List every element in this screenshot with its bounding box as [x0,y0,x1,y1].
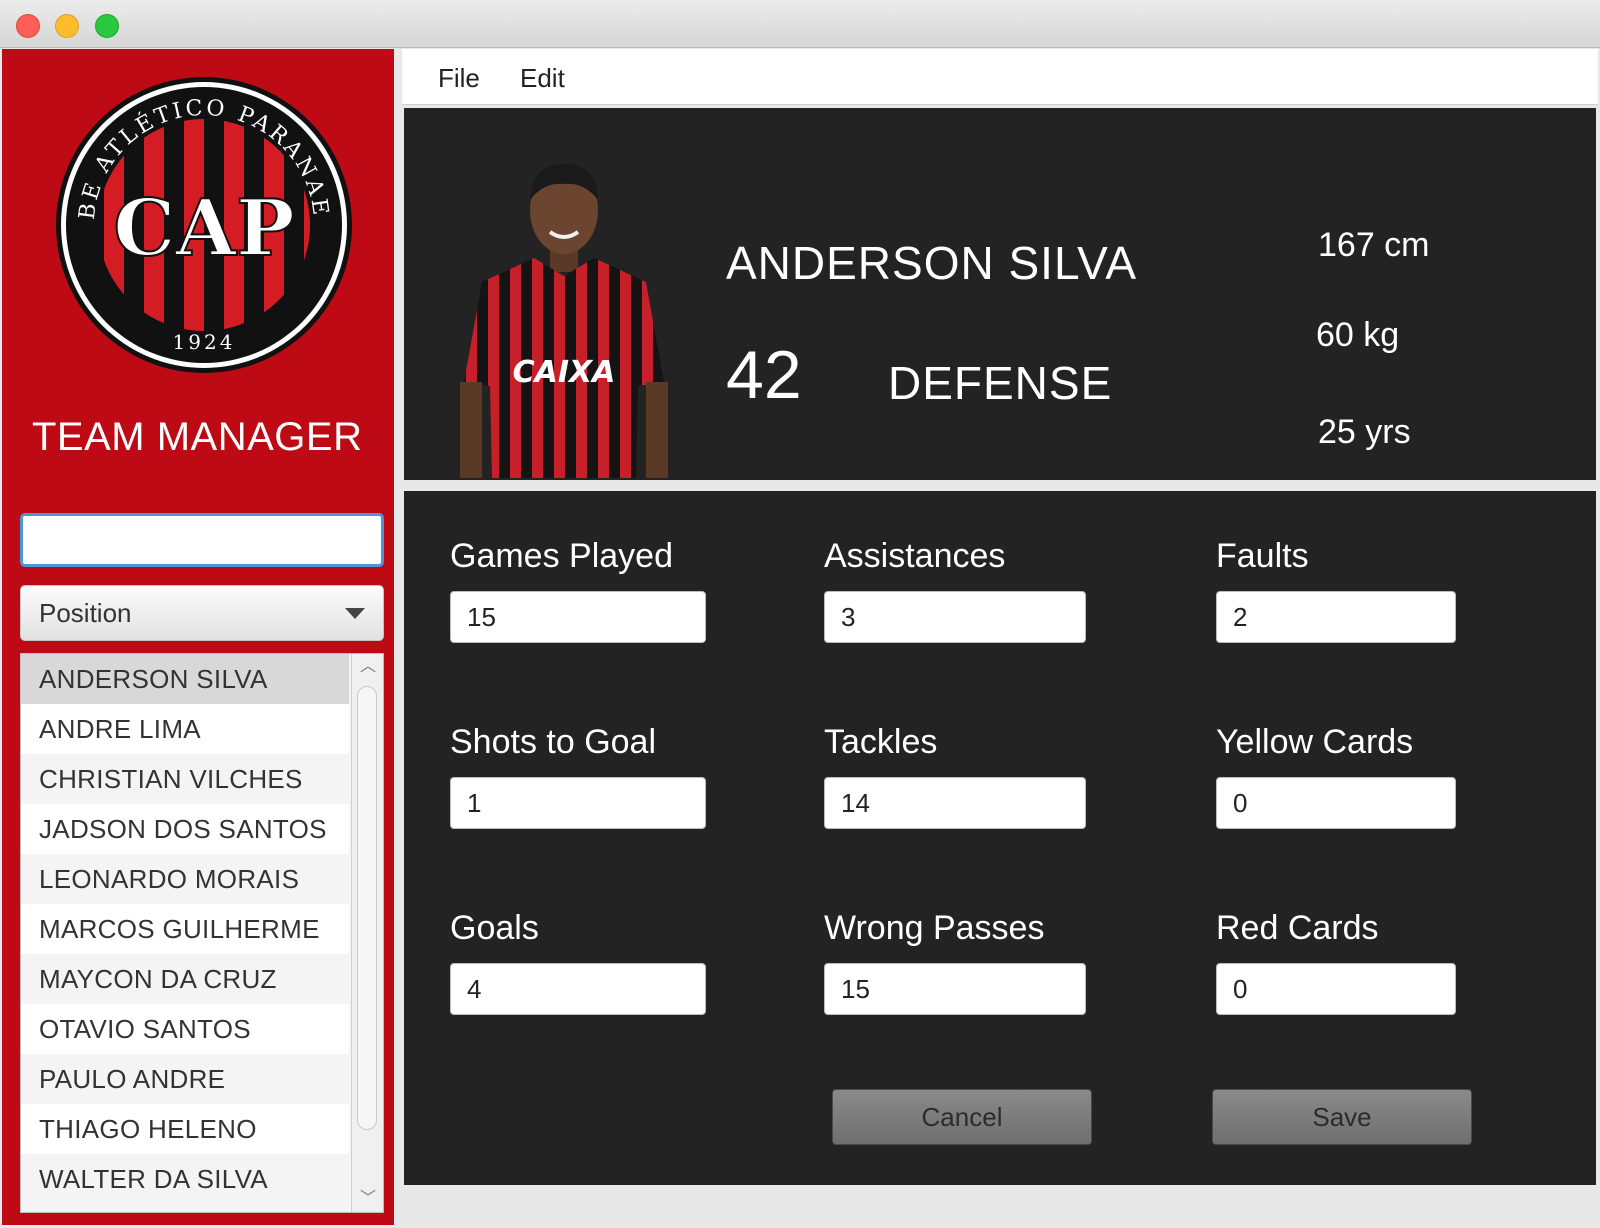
player-age: 25 yrs [1318,413,1411,451]
menu-file[interactable]: File [438,63,480,94]
goals-field[interactable] [450,963,706,1015]
yellow-cards-field[interactable] [1216,777,1456,829]
player-list-item[interactable]: CHRISTIAN VILCHES [21,754,349,804]
assistances-label: Assistances [824,537,1006,575]
player-list-item[interactable]: MARCOS GUILHERME [21,904,349,954]
player-list-item[interactable]: ANDRE LIMA [21,704,349,754]
cancel-button[interactable]: Cancel [832,1089,1092,1145]
player-list-item[interactable]: ANDERSON SILVA [21,654,349,704]
player-number: 42 [726,337,802,413]
chevron-down-icon [345,608,365,619]
wrong-passes-field[interactable] [824,963,1086,1015]
jersey-sponsor: CAIXA [513,355,616,390]
player-weight: 60 kg [1316,316,1400,354]
player-list-item[interactable]: MAYCON DA CRUZ [21,954,349,1004]
sidebar: CLUBE ATLÉTICO PARANAENSE CAP 1924 TEAM … [2,49,394,1225]
player-height: 167 cm [1318,226,1430,264]
player-list-item[interactable]: JADSON DOS SANTOS [21,804,349,854]
main-panel: File Edit CAIXA ANDERSON SILVA 42 DEFENS… [402,49,1598,1225]
close-window-button[interactable] [16,14,40,38]
player-list-item[interactable]: WALTER DA SILVA [21,1154,349,1204]
club-logo: CLUBE ATLÉTICO PARANAENSE CAP 1924 [54,75,352,373]
yellow-cards-label: Yellow Cards [1216,723,1414,761]
scrollbar-thumb[interactable] [357,686,377,1130]
faults-label: Faults [1216,537,1309,575]
player-list-item[interactable]: THIAGO HELENO [21,1104,349,1154]
wrong-passes-label: Wrong Passes [824,909,1045,947]
position-filter-label: Position [39,598,132,628]
window-titlebar [0,0,1600,48]
player-header: CAIXA ANDERSON SILVA 42 DEFENSE 167 cm 6… [404,108,1596,480]
minimize-window-button[interactable] [55,14,79,38]
tackles-label: Tackles [824,723,938,761]
position-filter-select[interactable]: Position [20,585,384,641]
save-button[interactable]: Save [1212,1089,1472,1145]
faults-field[interactable] [1216,591,1456,643]
stats-panel: Games Played Assistances Faults Shots to… [404,491,1596,1185]
maximize-window-button[interactable] [95,14,119,38]
player-list-item[interactable]: LEONARDO MORAIS [21,854,349,904]
player-list-item[interactable]: OTAVIO SANTOS [21,1004,349,1054]
player-list: ANDERSON SILVA ANDRE LIMA CHRISTIAN VILC… [20,653,384,1213]
logo-monogram: CAP [113,183,294,274]
app-title: TEAM MANAGER [32,415,363,459]
red-cards-field[interactable] [1216,963,1456,1015]
shots-to-goal-field[interactable] [450,777,706,829]
games-played-field[interactable] [450,591,706,643]
list-scrollbar[interactable]: ︿ ﹀ [351,654,383,1212]
logo-year: 1924 [173,330,236,354]
assistances-field[interactable] [824,591,1086,643]
menu-edit[interactable]: Edit [520,63,565,94]
player-list-item[interactable]: PAULO ANDRE [21,1054,349,1104]
menu-bar: File Edit [402,49,1598,105]
player-name: ANDERSON SILVA [726,237,1138,289]
goals-label: Goals [450,909,539,947]
scroll-down-icon[interactable]: ﹀ [360,1191,376,1207]
search-input[interactable] [20,513,384,567]
games-played-label: Games Played [450,537,673,575]
player-photo: CAIXA [452,160,676,478]
scroll-up-icon[interactable]: ︿ [360,659,376,675]
shots-to-goal-label: Shots to Goal [450,723,657,761]
red-cards-label: Red Cards [1216,909,1379,947]
player-position: DEFENSE [888,357,1113,409]
tackles-field[interactable] [824,777,1086,829]
